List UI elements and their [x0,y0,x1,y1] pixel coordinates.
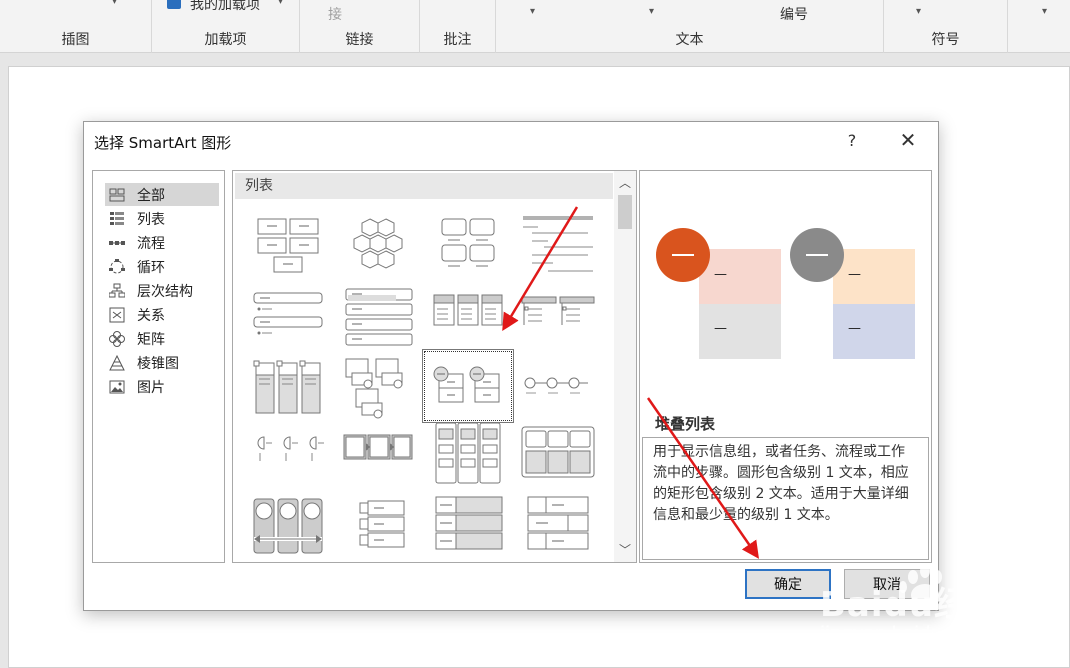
category-label: 图片 [137,379,165,396]
ribbon-group-label: 链接 [345,32,374,48]
chevron-down-icon[interactable]: ▾ [916,6,921,17]
help-button[interactable]: ? [841,128,863,154]
list-icon [108,210,126,228]
layout-thumbnail[interactable] [338,213,418,281]
layout-thumbnail[interactable] [518,493,598,561]
layout-thumbnail[interactable] [248,283,328,351]
category-label: 循环 [137,259,165,276]
layout-thumbnail[interactable] [518,213,598,281]
process-icon [108,234,126,252]
category-item-matrix[interactable]: 矩阵 [105,327,219,350]
cycle-icon [108,258,126,276]
ribbon-group-label: 文本 [675,32,704,48]
category-label: 列表 [137,211,165,228]
ribbon-group-label: 插图 [61,32,90,48]
close-button[interactable]: ✕ [894,128,922,154]
layout-description: 用于显示信息组，或者任务、流程或工作流中的步骤。圆形包含级别 1 文本，相应的矩… [642,437,929,560]
chevron-down-icon[interactable]: ▾ [112,0,117,7]
category-item-picture[interactable]: 图片 [105,375,219,398]
layout-thumbnail[interactable] [428,493,508,561]
numbering-button-label[interactable]: 编号 [780,4,808,24]
layout-name: 堆叠列表 [655,415,716,433]
preview-image [656,228,915,359]
layout-thumbnail[interactable] [248,423,328,491]
layout-thumbnail[interactable] [518,283,598,351]
hierarchy-icon [108,282,126,300]
preview-panel: — — — — 堆叠列表 用于显示信息组，或者任务、流程或工作流中的步骤。圆形包… [639,170,932,563]
category-label: 棱锥图 [137,355,179,372]
layout-thumbnail[interactable] [428,213,508,281]
my-addins-button[interactable]: 我的加载项 [190,0,260,14]
ribbon-group-symbols: ▾ 符号 [884,0,1008,53]
smartart-dialog: 选择 SmartArt 图形 ? ✕ 全部 列表 流程 循环 层次结构 关系 矩… [83,121,939,611]
category-label: 关系 [137,307,165,324]
pyramid-icon [108,354,126,372]
layout-thumbnail[interactable] [338,283,418,351]
layout-thumbnail[interactable] [338,493,418,561]
chevron-down-icon[interactable]: ▾ [278,0,283,7]
ok-button[interactable]: 确定 [745,569,831,599]
category-item-relationship[interactable]: 关系 [105,303,219,326]
layout-thumbnail[interactable] [428,422,508,491]
layout-thumbnail[interactable] [428,283,508,351]
ribbon-group-links: 接 链接 [300,0,420,53]
ribbon-group-addins: 我的加载项 ▾ 加载项 [152,0,300,53]
ribbon-group-label: 批注 [443,32,472,48]
category-item-cycle[interactable]: 循环 [105,255,219,278]
layout-thumbnail[interactable] [248,213,328,281]
preview-text: — [714,267,727,282]
chevron-down-icon[interactable]: ▾ [530,6,535,17]
matrix-icon [108,330,126,348]
addin-store-icon [167,0,181,9]
preview-text: — [848,267,861,282]
gallery-scrollbar[interactable]: ︿ ﹀ [614,171,636,562]
picture-icon [108,378,126,396]
layout-thumbnail[interactable] [338,423,418,491]
chevron-down-icon[interactable]: ﹀ [614,540,636,560]
ribbon-group-illustrations: ▾ 插图 [0,0,152,53]
ribbon-group-comments: 批注 [420,0,496,53]
layout-gallery: 列表 ︿ ﹀ [232,170,637,563]
chevron-down-icon[interactable]: ▾ [649,6,654,17]
layout-thumbnail-stacked-list[interactable] [422,349,514,423]
gallery-header: 列表 [235,173,613,199]
ribbon-group-text: ▾ ▾ 编号 文本 [496,0,884,53]
layout-thumbnail[interactable] [518,353,598,421]
relationship-icon [108,306,126,324]
category-item-all[interactable]: 全部 [105,183,219,206]
category-label: 全部 [137,187,165,204]
all-icon [108,186,126,204]
close-icon: ✕ [899,128,917,152]
scroll-thumb[interactable] [618,195,632,229]
category-item-list[interactable]: 列表 [105,207,219,230]
layout-thumbnail[interactable] [248,353,328,421]
category-label: 层次结构 [137,283,193,300]
preview-text: — [714,321,727,336]
chevron-down-icon[interactable]: ▾ [1042,6,1047,17]
chevron-up-icon[interactable]: ︿ [614,173,636,193]
dialog-title: 选择 SmartArt 图形 [94,134,232,152]
category-label: 矩阵 [137,331,165,348]
layout-thumbnail[interactable] [248,493,328,561]
ribbon-group-label: 加载项 [204,32,247,48]
category-item-process[interactable]: 流程 [105,231,219,254]
category-item-hierarchy[interactable]: 层次结构 [105,279,219,302]
ribbon: ▾ 插图 我的加载项 ▾ 加载项 接 链接 批注 ▾ ▾ 编号 文本 ▾ 符号 … [0,0,1070,53]
cancel-button[interactable]: 取消 [844,569,930,599]
category-item-pyramid[interactable]: 棱锥图 [105,351,219,374]
category-list: 全部 列表 流程 循环 层次结构 关系 矩阵 棱锥图 图片 [92,170,225,563]
link-button-label[interactable]: 接 [328,4,342,24]
ribbon-group-label: 符号 [931,32,960,48]
preview-text: — [848,321,861,336]
category-label: 流程 [137,235,165,252]
layout-thumbnail[interactable] [518,423,598,491]
layout-thumbnail[interactable] [338,353,418,421]
